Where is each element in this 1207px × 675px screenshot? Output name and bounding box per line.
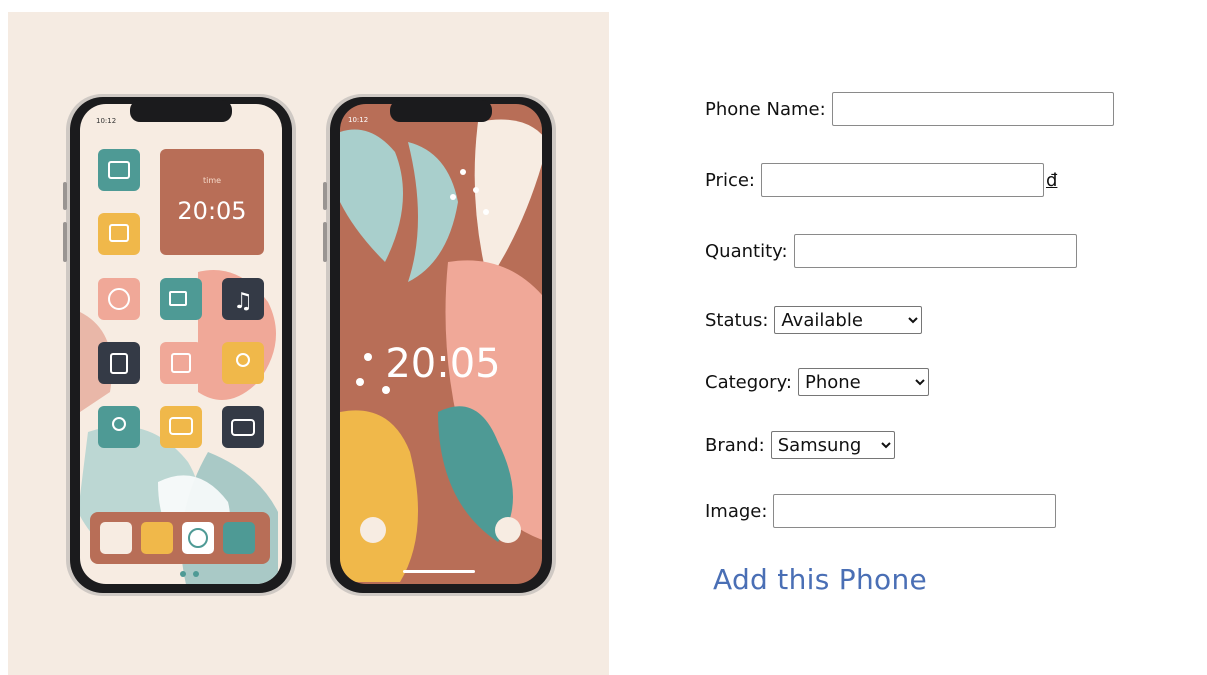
- quantity-row: Quantity:: [705, 234, 1077, 268]
- price-input[interactable]: [760, 163, 1044, 197]
- category-select[interactable]: Phone: [797, 368, 929, 396]
- add-phone-form: Phone Name: Price: đ Quantity: Status: A…: [0, 0, 1207, 675]
- brand-label: Brand:: [705, 434, 765, 456]
- status-label: Status:: [705, 309, 769, 331]
- status-select[interactable]: Available: [774, 306, 923, 334]
- add-phone-button[interactable]: Add this Phone: [713, 563, 927, 596]
- image-label: Image:: [705, 500, 768, 522]
- status-row: Status: Available: [705, 306, 923, 334]
- category-label: Category:: [705, 371, 792, 393]
- currency-symbol: đ: [1045, 169, 1058, 191]
- category-row: Category: Phone: [705, 368, 929, 396]
- price-label: Price:: [705, 169, 755, 191]
- brand-select[interactable]: Samsung: [770, 431, 895, 459]
- price-row: Price: đ: [705, 163, 1057, 197]
- quantity-input[interactable]: [793, 234, 1077, 268]
- image-row: Image:: [705, 494, 1057, 528]
- phone-name-input[interactable]: [831, 92, 1114, 126]
- quantity-label: Quantity:: [705, 240, 788, 262]
- image-input[interactable]: [773, 494, 1057, 528]
- phone-name-row: Phone Name:: [705, 92, 1114, 126]
- brand-row: Brand: Samsung: [705, 431, 895, 459]
- phone-name-label: Phone Name:: [705, 98, 826, 120]
